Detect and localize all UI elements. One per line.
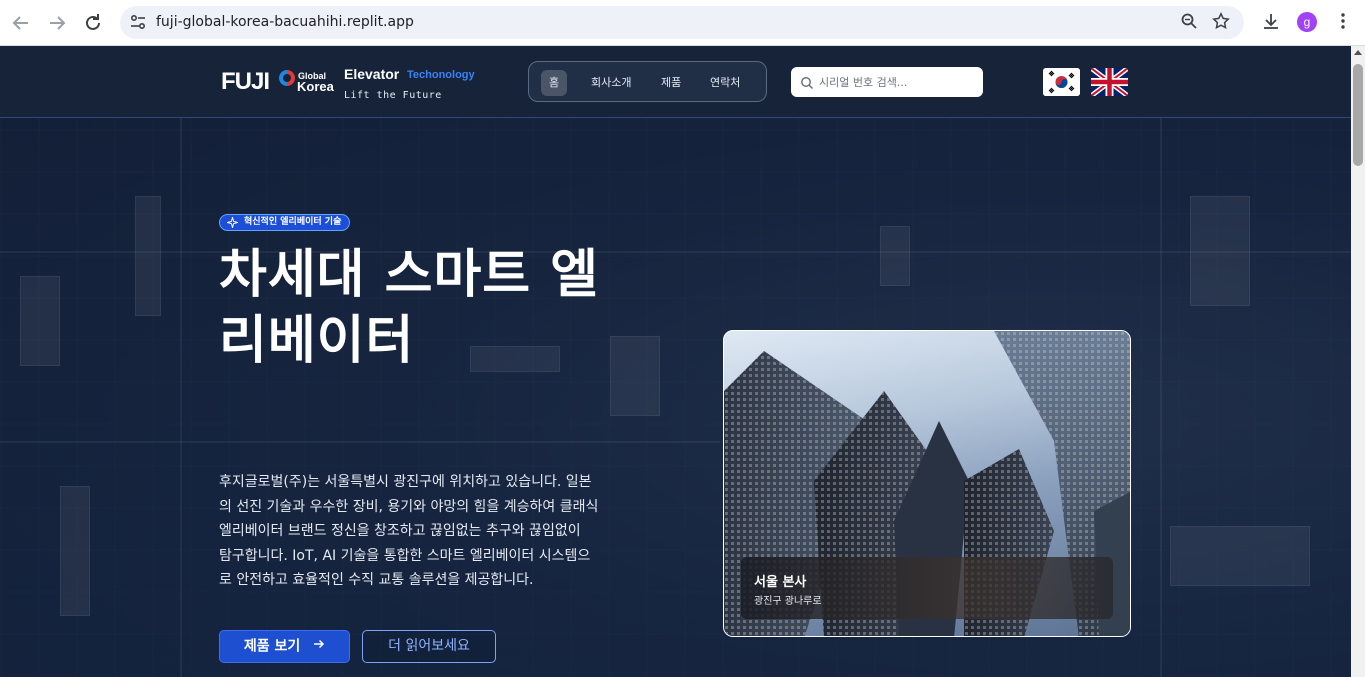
- page-viewport: FUJI Global Korea Elevator Techonology L…: [0, 46, 1351, 677]
- brand-tagline: Lift the Future: [344, 90, 442, 101]
- hero-description-line: 탐구합니다. IoT, AI 기술을 통합한 스마트 엘리베이터 시스템으: [219, 547, 591, 564]
- url-text[interactable]: fuji-global-korea-bacuahihi.replit.app: [156, 14, 414, 30]
- hero-title-line2: 리베이터: [219, 311, 415, 371]
- hero-badge: 혁신적인 엘리베이터 기술: [219, 214, 351, 231]
- photo-caption-subtitle: 광진구 광나루로: [754, 596, 822, 607]
- hero-badge-label: 혁신적인 엘리베이터 기술: [244, 217, 342, 227]
- bg-decoration: [880, 226, 910, 286]
- back-icon[interactable]: [9, 11, 33, 35]
- hero-description-line: 의 선진 기술과 우수한 장비, 용기와 야망의 힘을 계승하여 클래식: [219, 498, 599, 515]
- hero-description: 후지글로벌(주)는 서울특별시 광진구에 위치하고 있습니다. 일본 의 선진 …: [219, 470, 655, 593]
- logo-swirl-icon: [279, 70, 295, 86]
- nav-item-about[interactable]: 회사소개: [583, 70, 639, 96]
- bg-decoration: [0, 441, 720, 443]
- read-more-label: 더 읽어보세요: [388, 638, 470, 654]
- hero-description-line: 로 안전하고 효율적인 수직 교통 솔루션을 제공합니다.: [219, 572, 534, 588]
- uk-flag-icon[interactable]: [1091, 68, 1128, 96]
- main-nav: 홈 회사소개 제품 연락처: [528, 61, 767, 102]
- brand-technology: Techonology: [407, 69, 475, 81]
- photo-caption: 서울 본사 광진구 광나루로: [741, 557, 1113, 619]
- arrow-right-icon: [313, 631, 325, 662]
- hero-title: 차세대 스마트 엘 리베이터: [219, 242, 659, 374]
- page-scrollbar[interactable]: [1351, 46, 1365, 677]
- hero-title-line1: 차세대 스마트 엘: [219, 245, 600, 305]
- star-icon[interactable]: [1211, 12, 1231, 32]
- bg-decoration: [1170, 526, 1310, 586]
- kebab-menu-icon[interactable]: [1331, 11, 1355, 35]
- hero-description-line: 후지글로벌(주)는 서울특별시 광진구에 위치하고 있습니다. 일본: [219, 474, 592, 490]
- bg-decoration: [20, 276, 60, 366]
- bg-decoration: [0, 251, 1351, 253]
- search-icon: [800, 75, 814, 90]
- nav-item-contact[interactable]: 연락처: [702, 70, 748, 96]
- forward-icon[interactable]: [45, 11, 69, 35]
- view-products-button[interactable]: 제품 보기: [219, 630, 350, 663]
- bg-decoration: [60, 486, 90, 616]
- tune-icon[interactable]: [129, 13, 147, 31]
- hero-description-line: 엘리베이터 브랜드 정신을 창조하고 끊임없는 추구와 끊임없이: [219, 523, 581, 539]
- download-icon[interactable]: [1259, 11, 1283, 35]
- korea-flag-icon[interactable]: [1043, 68, 1080, 96]
- address-bar[interactable]: fuji-global-korea-bacuahihi.replit.app: [120, 6, 1244, 39]
- zoom-icon[interactable]: [1179, 12, 1199, 32]
- scroll-up-icon[interactable]: [1354, 50, 1362, 55]
- browser-toolbar: fuji-global-korea-bacuahihi.replit.app g: [0, 0, 1365, 46]
- nav-item-products[interactable]: 제품: [653, 70, 689, 96]
- logo-korea-text: Korea: [297, 79, 334, 94]
- bg-decoration: [1160, 118, 1162, 677]
- photo-caption-title: 서울 본사: [754, 575, 807, 590]
- brand-elevator: Elevator: [344, 66, 400, 82]
- view-products-label: 제품 보기: [243, 638, 301, 655]
- headquarters-photo: 서울 본사 광진구 광나루로: [723, 330, 1131, 637]
- reload-icon[interactable]: [81, 11, 105, 35]
- bg-decoration: [135, 196, 161, 316]
- search-input[interactable]: [819, 72, 975, 92]
- scroll-thumb[interactable]: [1353, 64, 1363, 166]
- read-more-button[interactable]: 더 읽어보세요: [362, 630, 496, 663]
- nav-item-home[interactable]: 홈: [541, 70, 568, 96]
- sparkle-icon: [225, 215, 240, 230]
- bg-decoration: [180, 118, 182, 677]
- site-header: FUJI Global Korea Elevator Techonology L…: [0, 46, 1351, 118]
- logo-fuji-text: FUJI: [221, 68, 270, 95]
- profile-avatar[interactable]: g: [1297, 12, 1317, 32]
- serial-search: [791, 67, 983, 97]
